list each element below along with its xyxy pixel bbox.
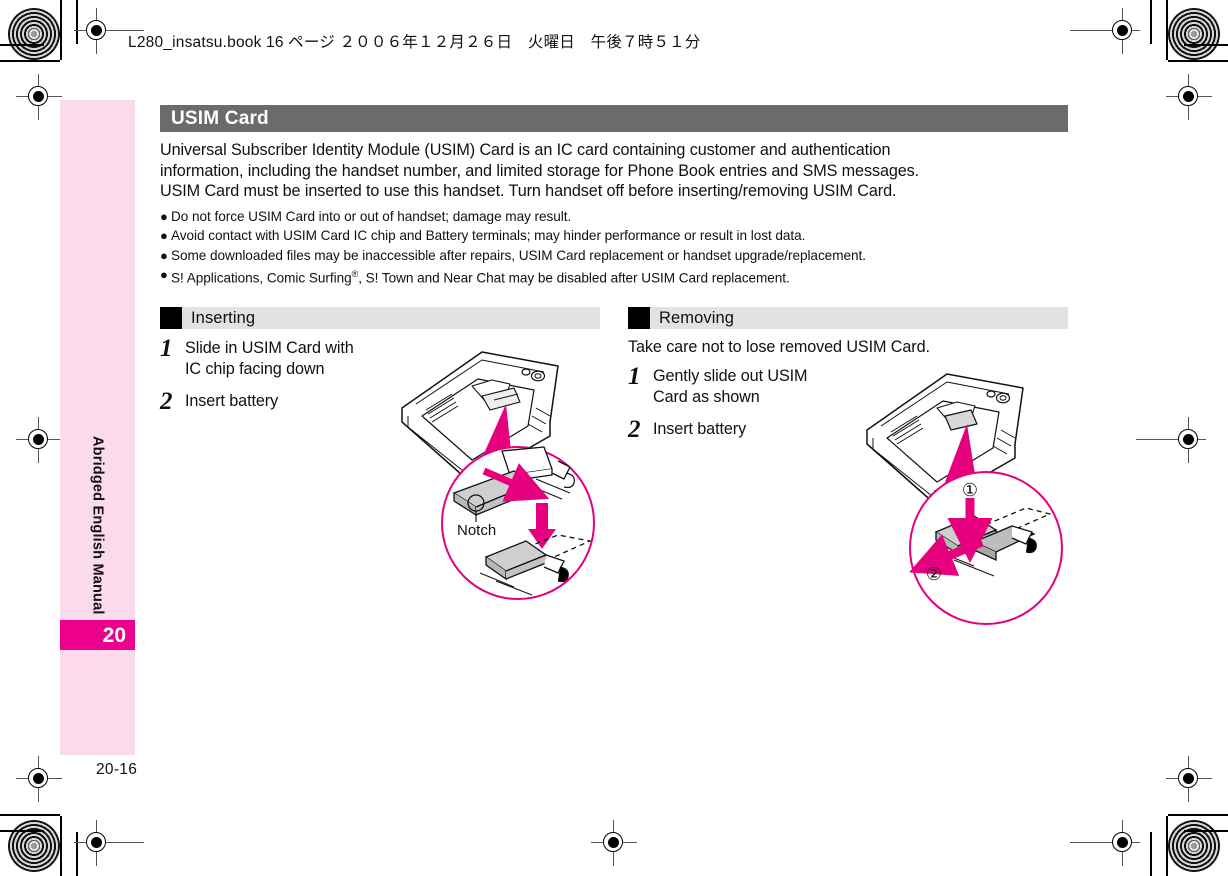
crop-mark-bottom-left-v2 xyxy=(76,832,78,876)
crop-mark-top-right-h2 xyxy=(1184,44,1228,46)
square-marker-icon xyxy=(628,307,650,329)
sidebar-chapter-tab: 20 xyxy=(60,620,135,650)
step-text: Gently slide out USIM Card as shown xyxy=(653,367,808,406)
registration-cross-bottom-left xyxy=(74,820,144,866)
registration-cross-right-upper xyxy=(1166,74,1212,120)
subsection-title-inserting: Inserting xyxy=(191,308,256,327)
registration-cross-top-left xyxy=(74,8,144,54)
bullet-dot-icon: ● xyxy=(160,208,168,224)
sidebar-chapter-number: 20 xyxy=(102,623,126,647)
square-marker-icon xyxy=(160,307,182,329)
page-title: USIM Card xyxy=(171,107,269,129)
step-number: 1 xyxy=(160,335,173,362)
subsection-header-bar: Inserting xyxy=(182,307,600,329)
subsection-title-removing: Removing xyxy=(659,308,735,327)
page-number: 20-16 xyxy=(96,761,138,778)
section-title-bar: USIM Card xyxy=(160,105,1068,132)
step-number: 2 xyxy=(628,416,641,443)
crop-mark-bottom-left-v xyxy=(60,816,62,876)
list-item: ● Avoid contact with USIM Card IC chip a… xyxy=(160,226,1068,246)
crop-mark-top-right-h xyxy=(1168,60,1228,62)
sidebar-manual-label: Abridged English Manual xyxy=(60,430,135,620)
bullet-list: ● Do not force USIM Card into or out of … xyxy=(160,207,1068,289)
list-item: ● S! Applications, Comic Surfing®, S! To… xyxy=(160,265,1068,288)
main-content: USIM Card Universal Subscriber Identity … xyxy=(160,105,1068,288)
registration-starburst-top-left xyxy=(8,8,60,60)
registration-cross-bottom-right xyxy=(1070,820,1140,866)
intro-line-2: information, including the handset numbe… xyxy=(160,161,920,180)
removing-note: Take care not to lose removed USIM Card. xyxy=(628,338,930,356)
subsection-header-inserting: Inserting xyxy=(160,307,600,329)
intro-line-3: USIM Card must be inserted to use this h… xyxy=(160,182,897,200)
crop-mark-bottom-left-h xyxy=(0,814,60,816)
list-item-text: Avoid contact with USIM Card IC chip and… xyxy=(171,228,806,244)
crop-mark-top-left-h2 xyxy=(0,44,44,46)
crop-mark-top-right-v xyxy=(1166,0,1168,60)
crop-mark-bottom-right-v2 xyxy=(1150,832,1152,876)
crop-mark-bottom-right-h2 xyxy=(1184,830,1228,832)
registration-starburst-top-right xyxy=(1168,8,1220,60)
bullet-dot-icon: ● xyxy=(160,247,168,263)
callout-circle-removing: ① ② xyxy=(908,470,1064,626)
registration-cross-right-middle xyxy=(1136,417,1206,463)
crop-mark-bottom-right-h xyxy=(1168,814,1228,816)
registration-cross-left-middle xyxy=(16,417,86,463)
crop-mark-top-left-v xyxy=(60,0,62,60)
registration-cross-left-lower xyxy=(16,756,62,802)
crop-mark-top-right-v2 xyxy=(1150,0,1152,44)
step-text: Insert battery xyxy=(185,392,279,410)
subsection-header-removing: Removing xyxy=(628,307,1068,329)
crop-mark-top-left-h xyxy=(0,60,60,62)
bullet-dot-icon: ● xyxy=(160,267,168,283)
registration-cross-left-upper xyxy=(16,74,62,120)
registration-starburst-bottom-left xyxy=(8,820,60,872)
registration-cross-right-lower xyxy=(1166,756,1212,802)
marker-two-icon: ② xyxy=(926,564,942,585)
subsection-header-bar: Removing xyxy=(650,307,1068,329)
step-text: Insert battery xyxy=(653,420,747,438)
step-number: 2 xyxy=(160,388,173,415)
document-header-line: L280_insatsu.book 16 ページ ２００６年１２月２６日 火曜日… xyxy=(128,34,701,51)
crop-mark-bottom-right-v xyxy=(1166,816,1168,876)
list-item-text: S! Applications, Comic Surfing®, S! Town… xyxy=(171,269,790,286)
sidebar-manual-label-text: Abridged English Manual xyxy=(89,435,106,615)
intro-line-1: Universal Subscriber Identity Module (US… xyxy=(160,141,891,159)
crop-mark-top-left-v2 xyxy=(76,0,78,44)
crop-mark-bottom-left-h2 xyxy=(0,830,44,832)
registration-cross-bottom-center xyxy=(591,820,637,866)
sidebar-thumb-index xyxy=(60,100,135,755)
intro-paragraph: Universal Subscriber Identity Module (US… xyxy=(160,140,1068,202)
step-text: Slide in USIM Card with IC chip facing d… xyxy=(185,339,354,378)
list-item: ● Some downloaded files may be inaccessi… xyxy=(160,246,1068,266)
marker-one-icon: ① xyxy=(962,480,978,501)
registration-starburst-bottom-right xyxy=(1168,820,1220,872)
step-number: 1 xyxy=(628,363,641,390)
notch-label: Notch xyxy=(455,522,499,539)
list-item-text: Some downloaded files may be inaccessibl… xyxy=(171,247,866,263)
removing-callout-detail: ① ② xyxy=(909,471,1063,625)
bullet-dot-icon: ● xyxy=(160,228,168,244)
registration-cross-top-right xyxy=(1070,8,1140,54)
list-item: ● Do not force USIM Card into or out of … xyxy=(160,207,1068,227)
list-item-text: Do not force USIM Card into or out of ha… xyxy=(171,208,572,224)
manual-page: L280_insatsu.book 16 ページ ２００６年１２月２６日 火曜日… xyxy=(0,0,1228,876)
